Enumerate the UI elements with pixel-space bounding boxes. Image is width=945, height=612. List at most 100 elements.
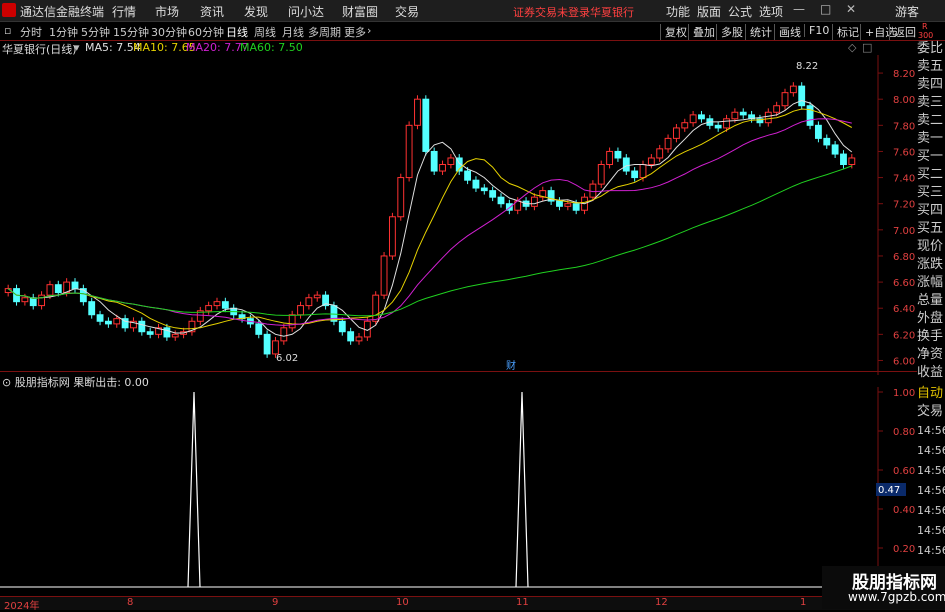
candle-body[interactable] [781,92,789,107]
diamond-icon[interactable]: ◇ [848,41,856,54]
user-label[interactable]: 游客 [895,3,919,20]
candle-body[interactable] [798,85,806,107]
candle-body[interactable] [614,150,622,159]
candle-body[interactable] [698,114,705,120]
candle-body[interactable] [297,305,304,316]
candle-body[interactable] [739,111,747,116]
candle-body[interactable] [647,157,655,166]
menu-market[interactable]: 市场 [155,3,179,20]
indicator-chart[interactable]: 1.00 0.80 0.60 0.40 0.20 0.47 [0,387,917,595]
candle-body[interactable] [138,320,146,333]
candle-body[interactable] [622,157,630,172]
candle-body[interactable] [38,294,46,307]
trade-label[interactable]: 交易 [917,403,945,421]
period-15min[interactable]: 15分钟 [113,24,149,40]
candle-body[interactable] [764,111,772,124]
candle-body[interactable] [723,118,730,129]
candle-body[interactable] [213,301,221,307]
period-30min[interactable]: 30分钟 [151,24,187,40]
menu-discover[interactable]: 发现 [244,3,268,20]
candle-body[interactable] [439,164,446,172]
candle-body[interactable] [29,297,37,307]
candle-body[interactable] [272,340,279,355]
candle-body[interactable] [96,314,104,322]
candle-body[interactable] [355,336,363,342]
draw-line-button[interactable]: 画线 [774,24,801,40]
candle-body[interactable] [347,331,355,342]
menu-ask[interactable]: 问小达 [288,3,324,20]
candle-body[interactable] [338,320,346,333]
candle-body[interactable] [631,170,639,179]
candle-body[interactable] [564,203,572,207]
maximize-icon[interactable]: □ [820,2,831,16]
menu-wealth[interactable]: 财富圈 [342,3,378,20]
candle-body[interactable] [305,297,313,307]
chevron-right-icon[interactable]: › [367,24,371,37]
candle-body[interactable] [422,98,430,152]
candle-body[interactable] [21,297,29,303]
candle-body[interactable] [789,85,797,94]
candle-body[interactable] [806,105,814,126]
period-60min[interactable]: 60分钟 [188,24,224,40]
candle-body[interactable] [104,320,112,325]
menu-news[interactable]: 资讯 [200,3,224,20]
candle-body[interactable] [589,183,597,198]
candle-body[interactable] [497,196,505,205]
auto-trade-label[interactable]: 自动 [917,385,945,403]
candle-body[interactable] [664,137,672,150]
statistics-button[interactable]: 统计 [745,24,772,40]
candle-body[interactable] [672,127,680,139]
candle-body[interactable] [656,148,664,159]
candle-body[interactable] [405,124,413,179]
minimize-icon[interactable]: — [793,2,805,16]
candle-body[interactable] [255,323,263,335]
period-weekly[interactable]: 周线 [254,24,276,40]
overlay-button[interactable]: 叠加 [688,24,715,40]
candle-body[interactable] [681,122,689,129]
back-button[interactable]: 返回 [889,24,916,40]
candle-body[interactable] [205,305,213,312]
candle-body[interactable] [414,98,421,126]
candle-body[interactable] [572,203,580,211]
mark-button[interactable]: 标记 [832,24,859,40]
candle-body[interactable] [447,157,455,166]
candle-body[interactable] [280,327,288,342]
period-5min[interactable]: 5分钟 [81,24,110,40]
checkbox-icon[interactable]: ▫ [4,24,11,37]
candle-body[interactable] [163,327,171,338]
candle-body[interactable] [489,190,497,198]
candle-body[interactable] [221,301,229,309]
candle-body[interactable] [714,124,722,129]
candle-body[interactable] [530,196,538,207]
period-monthly[interactable]: 月线 [282,24,304,40]
candle-body[interactable] [263,333,271,355]
candle-body[interactable] [288,314,296,329]
candle-body[interactable] [597,164,605,185]
dropdown-icon[interactable]: ▾ [74,41,80,54]
menu-layout[interactable]: 版面 [697,3,721,20]
period-daily[interactable]: 日线 [226,24,248,40]
candle-body[interactable] [146,331,154,335]
period-1min[interactable]: 1分钟 [49,24,78,40]
candle-body[interactable] [606,150,614,166]
candle-body[interactable] [79,288,87,303]
period-more[interactable]: 更多 [344,24,366,40]
candle-body[interactable] [689,114,697,124]
candle-body[interactable] [639,164,647,179]
period-multi[interactable]: 多周期 [308,24,341,40]
candle-body[interactable] [731,111,739,120]
candle-body[interactable] [113,318,121,325]
f10-button[interactable]: F10 [804,24,829,37]
candle-body[interactable] [71,281,79,290]
candle-body[interactable] [46,284,54,296]
multi-stock-button[interactable]: 多股 [716,24,743,40]
candle-body[interactable] [848,157,856,166]
candle-body[interactable] [464,170,472,181]
candle-body[interactable] [480,187,488,192]
candle-body[interactable] [372,294,380,322]
menu-market-quotes[interactable]: 行情 [112,3,136,20]
candle-body[interactable] [472,179,480,189]
collapse-icon[interactable]: □ [862,41,872,54]
login-status[interactable]: 证券交易未登录 [513,4,590,20]
menu-functions[interactable]: 功能 [666,3,690,20]
